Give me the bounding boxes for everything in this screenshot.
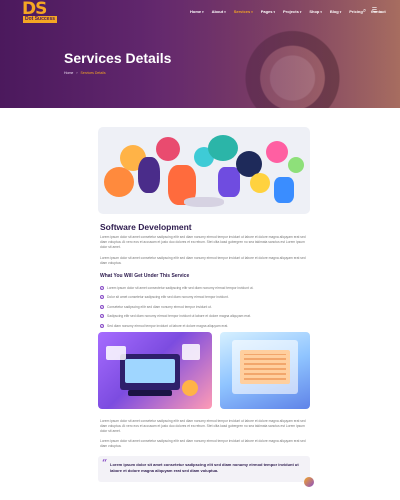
software-illustration-right	[220, 332, 310, 409]
nav-item-services[interactable]: Services▾	[234, 9, 253, 14]
breadcrumb-home[interactable]: Home	[64, 71, 73, 75]
nav-item-label: About	[211, 9, 224, 14]
chevron-down-icon: ▾	[339, 10, 342, 14]
blockquote: “ Lorem ipsum dolor sit amet consetetur …	[98, 456, 310, 482]
list-item-text: Consetetur sadipscing elitr sed diam non…	[107, 304, 212, 309]
nav-item-projects[interactable]: Projects▾	[283, 9, 301, 14]
breadcrumb-separator: ›	[76, 71, 78, 75]
nav-item-shop[interactable]: Shop▾	[309, 9, 322, 14]
list-item-text: Sed diam nonumy eirmod tempor invidunt u…	[107, 323, 229, 328]
scroll-to-top-button[interactable]	[304, 477, 314, 487]
chevron-down-icon: ▾	[224, 10, 226, 14]
breadcrumb: Home › Services Details	[64, 71, 106, 75]
site-logo[interactable]: DS Dot Success	[22, 0, 60, 24]
page-title: Services Details	[64, 50, 172, 66]
list-item: ✓ Sed diam nonumy eirmod tempor invidunt …	[100, 321, 312, 331]
chevron-down-icon: ▾	[299, 10, 302, 14]
hamburger-icon[interactable]: ☰	[371, 8, 378, 15]
top-navbar: DS Dot Success Home▾ About▾ Services▾ Pages…	[0, 0, 400, 26]
check-circle-icon: ✓	[100, 285, 104, 290]
nav-item-blog[interactable]: Blog▾	[330, 9, 341, 14]
list-item: ✓ Consetetur sadipscing elitr sed diam no…	[100, 302, 312, 312]
list-item: ✓ Lorem ipsum dolor sit amet consectetur …	[100, 283, 312, 293]
list-item-text: Lorem ipsum dolor sit amet consectetur s…	[107, 285, 254, 290]
service-checklist: ✓ Lorem ipsum dolor sit amet consectetur …	[100, 283, 312, 331]
breadcrumb-current: Services Details	[80, 71, 106, 75]
software-illustration-left	[98, 332, 212, 409]
logo-text: Dot Success	[23, 16, 58, 23]
nav-item-about[interactable]: About▾	[212, 9, 226, 14]
nav-item-label: Projects	[283, 9, 299, 14]
quote-icon: “	[102, 459, 108, 469]
check-circle-icon: ✓	[100, 304, 104, 309]
nav-item-pages[interactable]: Pages▾	[261, 9, 275, 14]
intro-paragraph: Lorem ipsum dolor sit amet consetetur sa…	[100, 235, 306, 250]
detail-paragraph: Lorem ipsum dolor sit amet consetetur sa…	[100, 419, 306, 434]
check-circle-icon: ✓	[100, 295, 104, 300]
logo-mark: DS	[22, 0, 47, 19]
chevron-down-icon: ▾	[202, 10, 204, 14]
list-item: ✓ Dolor sit amet consetetur sadipscing el…	[100, 293, 312, 303]
nav-item-home[interactable]: Home▾	[190, 9, 204, 14]
check-circle-icon: ✓	[100, 314, 104, 319]
nav-item-label: Shop	[309, 9, 320, 14]
detail-paragraph-2: Lorem ipsum dolor sit amet consetetur sa…	[100, 439, 306, 449]
page-hero: DS Dot Success Home▾ About▾ Services▾ Pages…	[0, 0, 400, 108]
check-circle-icon: ✓	[100, 323, 104, 328]
list-item: ✓ Sadipscing elitr sed diam nonumy eirmod…	[100, 312, 312, 322]
main-nav: Home▾ About▾ Services▾ Pages▾ Projects▾ Shop▾…	[190, 9, 386, 14]
section-title: Software Development	[100, 222, 192, 232]
chevron-down-icon: ▾	[251, 10, 253, 14]
nav-item-label: Services	[233, 9, 251, 14]
chevron-down-icon: ▾	[273, 10, 276, 14]
nav-item-label: Home	[190, 9, 202, 14]
feature-image	[98, 127, 310, 214]
list-item-text: Sadipscing elitr sed diam nonumy eirmod …	[107, 314, 251, 319]
nav-item-label: Pages	[260, 9, 273, 14]
list-item-text: Dolor sit amet consetetur sadipscing eli…	[107, 295, 229, 300]
search-icon[interactable]: ⌕	[361, 8, 368, 15]
chevron-down-icon: ▾	[320, 10, 322, 14]
quote-text: Lorem ipsum dolor sit amet consetetur sa…	[110, 462, 299, 473]
intro-paragraph-2: Lorem ipsum dolor sit amet consetetur sa…	[100, 256, 306, 266]
list-title: What You Will Get Under This Service	[100, 273, 190, 279]
nav-item-label: Blog	[329, 9, 339, 14]
